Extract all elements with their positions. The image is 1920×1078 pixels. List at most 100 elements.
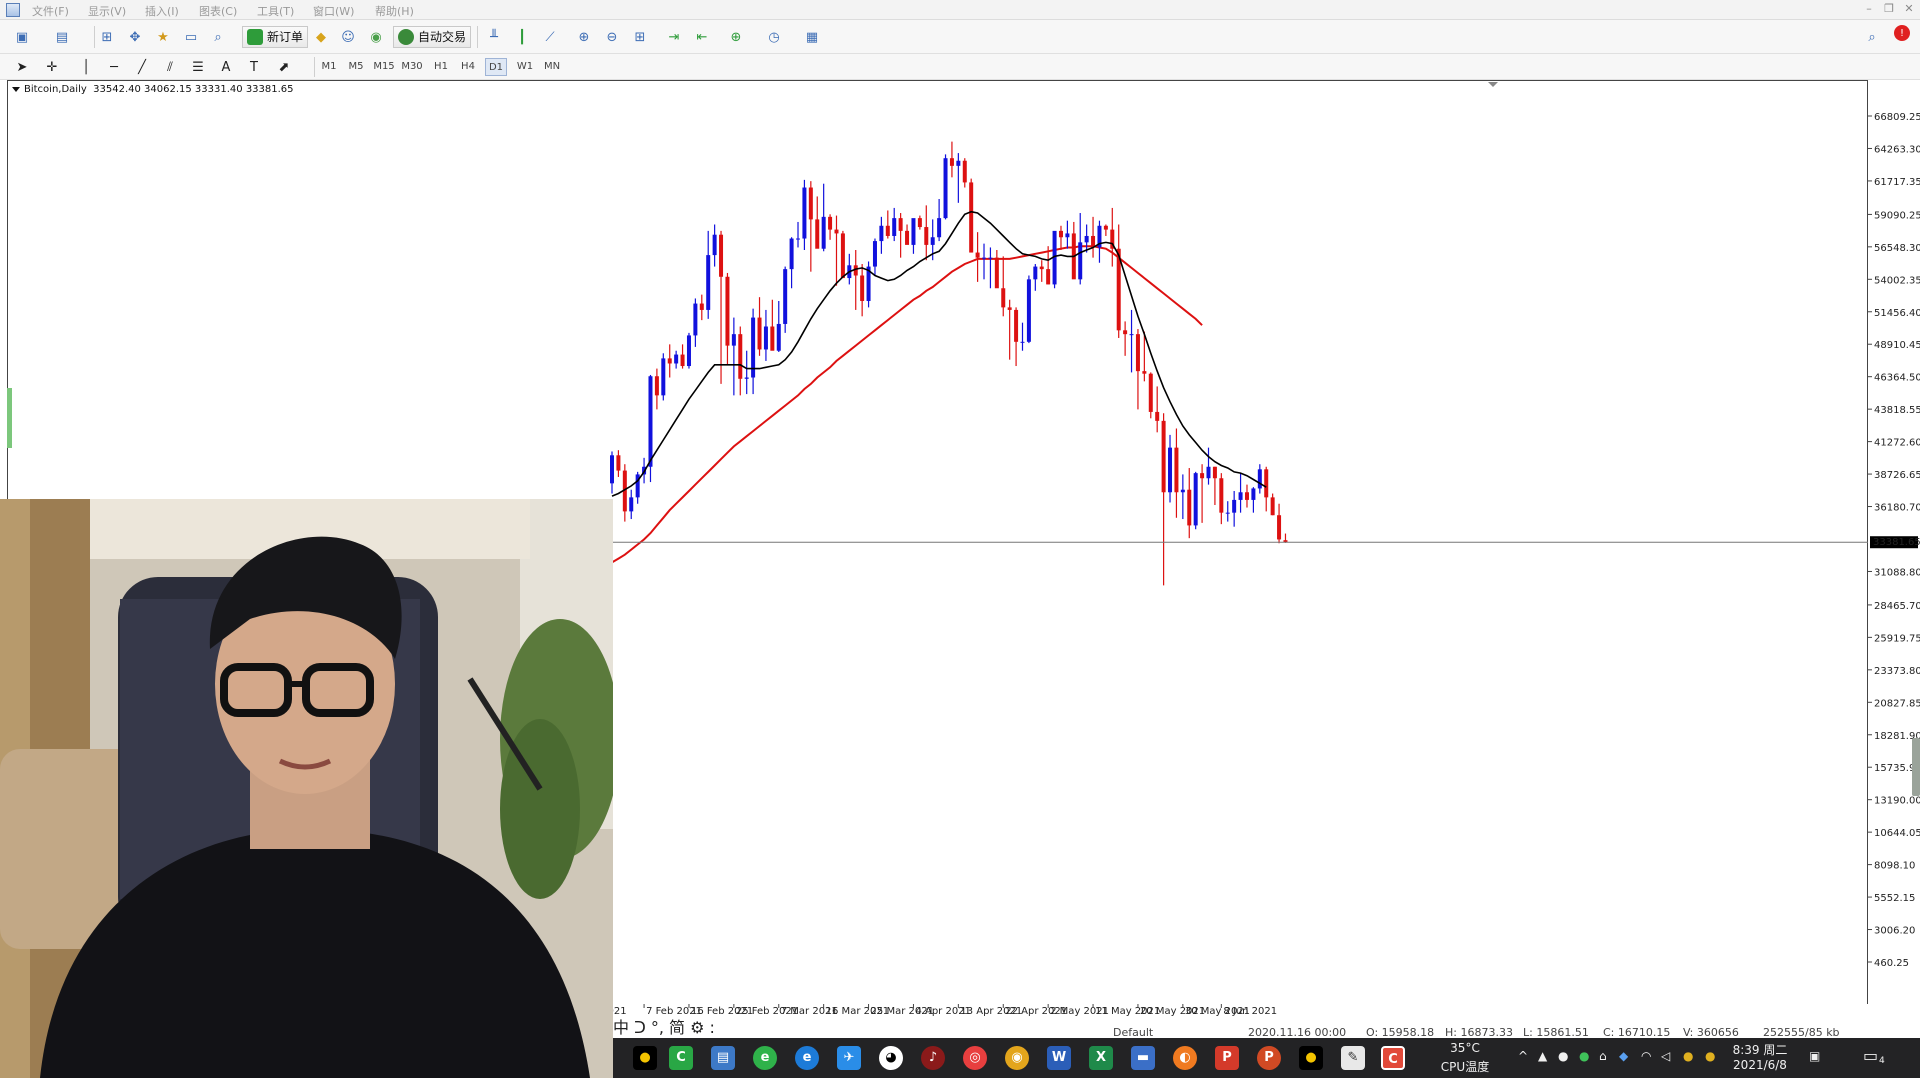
feishu-icon[interactable]: ✈ [837, 1046, 861, 1070]
price-tick-label: 8098.10 [1874, 861, 1915, 872]
tray-qq-icon[interactable]: ● [1683, 1049, 1693, 1063]
candle [661, 353, 666, 401]
candle [834, 215, 839, 286]
clock-date[interactable]: 2021/6/8 [1725, 1058, 1795, 1072]
candle-body [674, 354, 679, 364]
candle [796, 221, 801, 248]
candle [905, 224, 910, 245]
app-window: 文件(F) 显示(V) 插入(I) 图表(C) 工具(T) 窗口(W) 帮助(H… [0, 0, 1920, 1078]
tray-app-icon[interactable]: ▣ [1809, 1049, 1820, 1063]
candle [757, 297, 762, 356]
tray-expand-icon[interactable]: ^ [1518, 1049, 1528, 1063]
candle-body [693, 303, 698, 336]
tray-shield-icon[interactable]: ⌂ [1599, 1049, 1607, 1063]
candle [1155, 386, 1160, 433]
candle [1180, 474, 1185, 520]
current-price-marker: 33381.65 [1870, 536, 1920, 549]
candle [879, 216, 884, 254]
volume-icon[interactable]: ◁ [1661, 1049, 1670, 1063]
candle-body [1225, 512, 1230, 514]
chart-scrollbar[interactable] [1912, 738, 1920, 796]
candle [1058, 225, 1063, 251]
candle [622, 464, 627, 522]
camtasia-recorder-icon[interactable]: C [1381, 1046, 1405, 1070]
candle-body [1033, 266, 1038, 280]
candle-body [949, 158, 954, 166]
candle [1135, 329, 1140, 410]
candle [1001, 256, 1006, 317]
tray-mic-icon[interactable]: ● [1558, 1049, 1568, 1063]
price-tick-label: 59090.25 [1874, 210, 1920, 221]
candle-body [1026, 279, 1031, 342]
candle-body [815, 219, 820, 249]
candle [725, 272, 730, 365]
candle-body [1193, 473, 1198, 526]
file-explorer-icon[interactable]: ▤ [711, 1046, 735, 1070]
candle [1200, 464, 1205, 523]
candle-body [661, 358, 666, 396]
browser-orange-icon[interactable]: ◐ [1173, 1046, 1197, 1070]
candle-body [610, 455, 614, 484]
qq-second-icon[interactable]: ● [1299, 1046, 1323, 1070]
excel-icon[interactable]: X [1089, 1046, 1113, 1070]
status-bar: Default 2020.11.16 00:00 O: 15958.18 H: … [613, 1026, 1920, 1038]
candle [840, 230, 845, 279]
tray-bell-icon[interactable]: ▲ [1538, 1049, 1547, 1063]
candle-body [1238, 492, 1243, 500]
candle [789, 237, 794, 289]
candle [828, 214, 833, 240]
candle-body [834, 229, 839, 234]
chart-shift-marker-icon[interactable] [1488, 82, 1498, 87]
date-tick-label: 8 Jun 2021 [1223, 1006, 1277, 1017]
candle-body [917, 218, 922, 228]
candle [898, 213, 903, 258]
tray-security-icon[interactable]: ◆ [1619, 1049, 1628, 1063]
candle [1026, 275, 1031, 344]
cpu-temp-label: CPU温度 [1440, 1060, 1490, 1074]
tray-360-icon[interactable]: ● [1579, 1049, 1589, 1063]
panda-icon[interactable]: ◕ [879, 1046, 903, 1070]
candle [1065, 220, 1070, 249]
desktop-app-icon[interactable]: ▬ [1131, 1046, 1155, 1070]
candle-body [770, 326, 775, 351]
weibo-icon[interactable]: ◎ [963, 1046, 987, 1070]
candle [763, 309, 768, 361]
candle [815, 196, 820, 249]
candle [1078, 213, 1083, 285]
price-tick-label: 28465.70 [1874, 601, 1920, 612]
camtasia-icon[interactable]: C [669, 1046, 693, 1070]
candle-body [879, 225, 884, 242]
powerpoint-icon[interactable]: P [1257, 1046, 1281, 1070]
netease-music-icon[interactable]: ♪ [921, 1046, 945, 1070]
candle-body [731, 334, 736, 346]
clock-time[interactable]: 8:39 周二 [1725, 1041, 1795, 1058]
wps-icon[interactable]: P [1215, 1046, 1239, 1070]
candle [1129, 309, 1134, 373]
candle [1097, 220, 1102, 263]
candle-body [796, 238, 801, 240]
candle-body [1135, 334, 1140, 372]
wifi-icon[interactable]: ◠ [1641, 1049, 1651, 1063]
candle [1238, 473, 1243, 513]
left-scrollbar[interactable] [7, 388, 12, 448]
price-tick-label: 13190.00 [1874, 796, 1920, 807]
candle [1052, 230, 1057, 289]
status-datetime: 2020.11.16 00:00 [1248, 1026, 1347, 1038]
word-icon[interactable]: W [1047, 1046, 1071, 1070]
candle [674, 350, 679, 369]
candle [1071, 221, 1076, 280]
tray-qq2-icon[interactable]: ● [1705, 1049, 1715, 1063]
ie-icon[interactable]: e [795, 1046, 819, 1070]
action-center-icon[interactable]: ▭ [1863, 1046, 1878, 1065]
chrome-icon[interactable]: ◉ [1005, 1046, 1029, 1070]
notes-icon[interactable]: ✎ [1341, 1046, 1365, 1070]
candle [648, 374, 653, 483]
browser-360-icon[interactable]: e [753, 1046, 777, 1070]
candle-body [712, 234, 717, 256]
qq-icon[interactable]: ● [633, 1046, 657, 1070]
candle-body [924, 227, 929, 245]
price-tick-label: 61717.35 [1874, 177, 1920, 188]
candle-body [1251, 488, 1256, 500]
candle-body [1232, 499, 1237, 513]
price-tick-label: 48910.45 [1874, 340, 1920, 351]
